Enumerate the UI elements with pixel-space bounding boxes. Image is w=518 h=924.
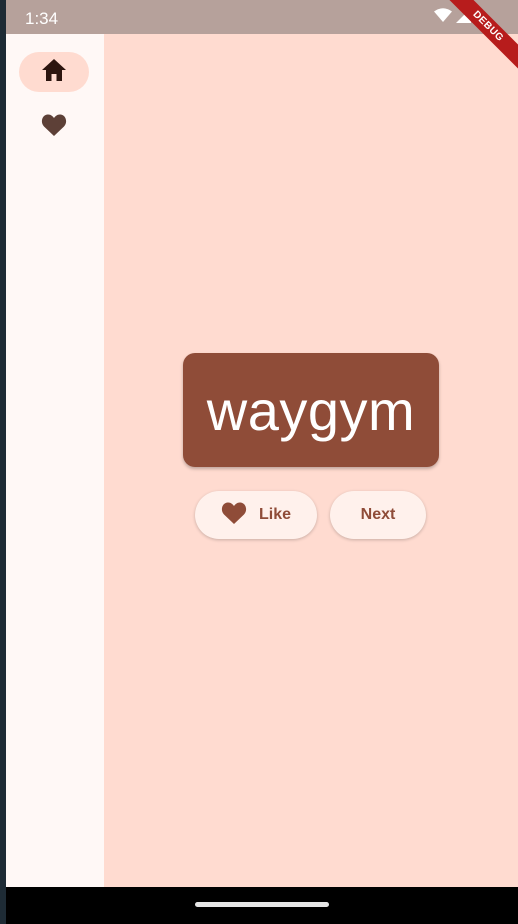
like-button[interactable]: Like xyxy=(195,491,317,539)
like-button-label: Like xyxy=(258,506,291,523)
status-time: 1:34 xyxy=(25,9,59,28)
word-pair-card: waygym xyxy=(183,353,439,467)
main-content: waygym Like Next xyxy=(104,34,518,887)
next-button[interactable]: Next xyxy=(330,491,426,539)
favorite-icon xyxy=(221,501,247,530)
navigation-rail xyxy=(6,34,104,887)
phone-screen: 1:34 DEBUG waygym Like Next xyxy=(6,0,518,924)
system-navigation-bar xyxy=(6,887,518,924)
favorite-icon xyxy=(41,113,67,142)
rail-item-favorites[interactable] xyxy=(19,107,89,147)
status-bar: 1:34 xyxy=(6,0,518,34)
next-button-label: Next xyxy=(360,506,396,523)
home-icon xyxy=(41,58,67,87)
wifi-icon xyxy=(434,8,452,28)
word-pair-text: waygym xyxy=(206,378,416,442)
rail-item-home[interactable] xyxy=(19,52,89,92)
home-gesture-handle[interactable] xyxy=(195,902,329,907)
